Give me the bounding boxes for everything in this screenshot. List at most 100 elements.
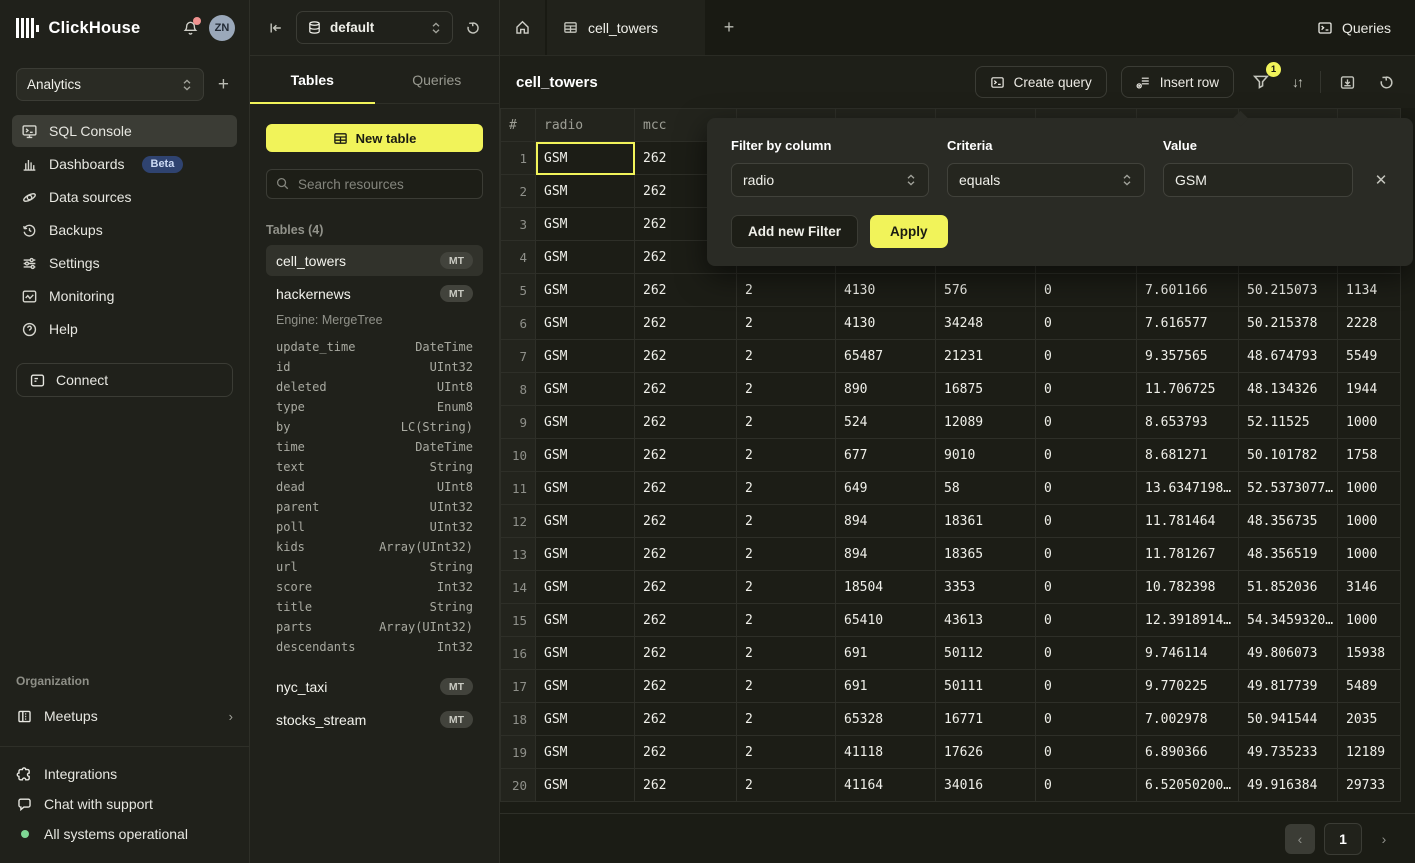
sidebar-item-help[interactable]: Help: [12, 313, 237, 345]
cell[interactable]: 262: [635, 373, 737, 406]
cell[interactable]: 50112: [936, 637, 1036, 670]
cell[interactable]: 262: [635, 406, 737, 439]
cell[interactable]: 50.215073: [1239, 274, 1338, 307]
cell[interactable]: 0: [1036, 373, 1137, 406]
cell[interactable]: 0: [1036, 472, 1137, 505]
cell[interactable]: 262: [635, 274, 737, 307]
create-query-button[interactable]: Create query: [975, 66, 1107, 98]
cell[interactable]: 18361: [936, 505, 1036, 538]
cell[interactable]: 2: [737, 505, 836, 538]
cell[interactable]: 6.890366: [1137, 736, 1239, 769]
cell[interactable]: 49.806073: [1239, 637, 1338, 670]
cell[interactable]: 2: [737, 703, 836, 736]
cell[interactable]: 13.6347198…: [1137, 472, 1239, 505]
cell[interactable]: 0: [1036, 505, 1137, 538]
cell[interactable]: 41118: [836, 736, 936, 769]
cell[interactable]: GSM: [536, 571, 635, 604]
cell[interactable]: 9.357565: [1137, 340, 1239, 373]
cell[interactable]: 18504: [836, 571, 936, 604]
cell[interactable]: 49.817739: [1239, 670, 1338, 703]
filter-value-input[interactable]: [1163, 163, 1353, 197]
cell[interactable]: 262: [635, 505, 737, 538]
cell[interactable]: 52.5373077…: [1239, 472, 1338, 505]
tab-cell-towers[interactable]: cell_towers: [547, 0, 705, 55]
cell[interactable]: 29733: [1338, 769, 1401, 802]
cell[interactable]: GSM: [536, 538, 635, 571]
cell[interactable]: 2228: [1338, 307, 1401, 340]
cell[interactable]: 2: [737, 769, 836, 802]
cell[interactable]: 12.3918914…: [1137, 604, 1239, 637]
cell[interactable]: 4130: [836, 307, 936, 340]
cell[interactable]: 65487: [836, 340, 936, 373]
cell[interactable]: 0: [1036, 538, 1137, 571]
cell[interactable]: 1000: [1338, 538, 1401, 571]
integrations-link[interactable]: Integrations: [16, 759, 233, 789]
cell[interactable]: 18365: [936, 538, 1036, 571]
cell[interactable]: 262: [635, 307, 737, 340]
cell[interactable]: 7.616577: [1137, 307, 1239, 340]
cell[interactable]: 34248: [936, 307, 1036, 340]
cell[interactable]: 0: [1036, 736, 1137, 769]
cell[interactable]: 262: [635, 538, 737, 571]
collapse-panel-icon[interactable]: [264, 16, 288, 40]
download-icon[interactable]: [1335, 70, 1360, 95]
cell[interactable]: 262: [635, 703, 737, 736]
cell[interactable]: 894: [836, 538, 936, 571]
cell[interactable]: 691: [836, 637, 936, 670]
sidebar-item-monitoring[interactable]: Monitoring: [12, 280, 237, 312]
cell[interactable]: GSM: [536, 142, 635, 175]
sidebar-item-dashboards[interactable]: Dashboards Beta: [12, 148, 237, 180]
add-new-filter-button[interactable]: Add new Filter: [731, 215, 858, 248]
cell[interactable]: 17626: [936, 736, 1036, 769]
table-list-item-stocks-stream[interactable]: stocks_stream MT: [266, 704, 483, 735]
cell[interactable]: 3353: [936, 571, 1036, 604]
cell[interactable]: 2: [737, 373, 836, 406]
cell[interactable]: 262: [635, 670, 737, 703]
tab-queries[interactable]: Queries: [375, 56, 500, 103]
cell[interactable]: 262: [635, 736, 737, 769]
new-table-button[interactable]: New table: [266, 124, 483, 152]
table-list-item-hackernews[interactable]: hackernews MT: [266, 278, 483, 309]
cell[interactable]: 50.215378: [1239, 307, 1338, 340]
cell[interactable]: 0: [1036, 439, 1137, 472]
cell[interactable]: GSM: [536, 637, 635, 670]
cell[interactable]: 16771: [936, 703, 1036, 736]
cell[interactable]: 0: [1036, 703, 1137, 736]
cell[interactable]: 5549: [1338, 340, 1401, 373]
sort-icon[interactable]: ↓↑: [1288, 70, 1306, 94]
cell[interactable]: 0: [1036, 670, 1137, 703]
cell[interactable]: 0: [1036, 307, 1137, 340]
sidebar-item-sql-console[interactable]: SQL Console: [12, 115, 237, 147]
cell[interactable]: 262: [635, 472, 737, 505]
remove-filter-icon[interactable]: ✕: [1375, 171, 1388, 189]
cell[interactable]: 3146: [1338, 571, 1401, 604]
cell[interactable]: 1758: [1338, 439, 1401, 472]
cell[interactable]: GSM: [536, 241, 635, 274]
sidebar-item-settings[interactable]: Settings: [12, 247, 237, 279]
cell[interactable]: 2035: [1338, 703, 1401, 736]
cell[interactable]: GSM: [536, 175, 635, 208]
cell[interactable]: 11.706725: [1137, 373, 1239, 406]
cell[interactable]: 49.916384: [1239, 769, 1338, 802]
cell[interactable]: 48.674793: [1239, 340, 1338, 373]
refresh-explorer-icon[interactable]: [461, 16, 485, 40]
cell[interactable]: 0: [1036, 571, 1137, 604]
cell[interactable]: 9010: [936, 439, 1036, 472]
cell[interactable]: 1134: [1338, 274, 1401, 307]
cell[interactable]: 9.746114: [1137, 637, 1239, 670]
cell[interactable]: 5489: [1338, 670, 1401, 703]
add-workspace-button[interactable]: +: [214, 73, 233, 96]
cell[interactable]: GSM: [536, 670, 635, 703]
new-tab-button[interactable]: +: [705, 0, 753, 55]
cell[interactable]: 894: [836, 505, 936, 538]
cell[interactable]: 2: [737, 439, 836, 472]
cell[interactable]: GSM: [536, 208, 635, 241]
cell[interactable]: 52.11525: [1239, 406, 1338, 439]
cell[interactable]: 0: [1036, 274, 1137, 307]
cell[interactable]: GSM: [536, 373, 635, 406]
workspace-select[interactable]: Analytics: [16, 68, 204, 101]
cell[interactable]: 58: [936, 472, 1036, 505]
cell[interactable]: 11.781267: [1137, 538, 1239, 571]
cell[interactable]: 34016: [936, 769, 1036, 802]
cell[interactable]: GSM: [536, 340, 635, 373]
